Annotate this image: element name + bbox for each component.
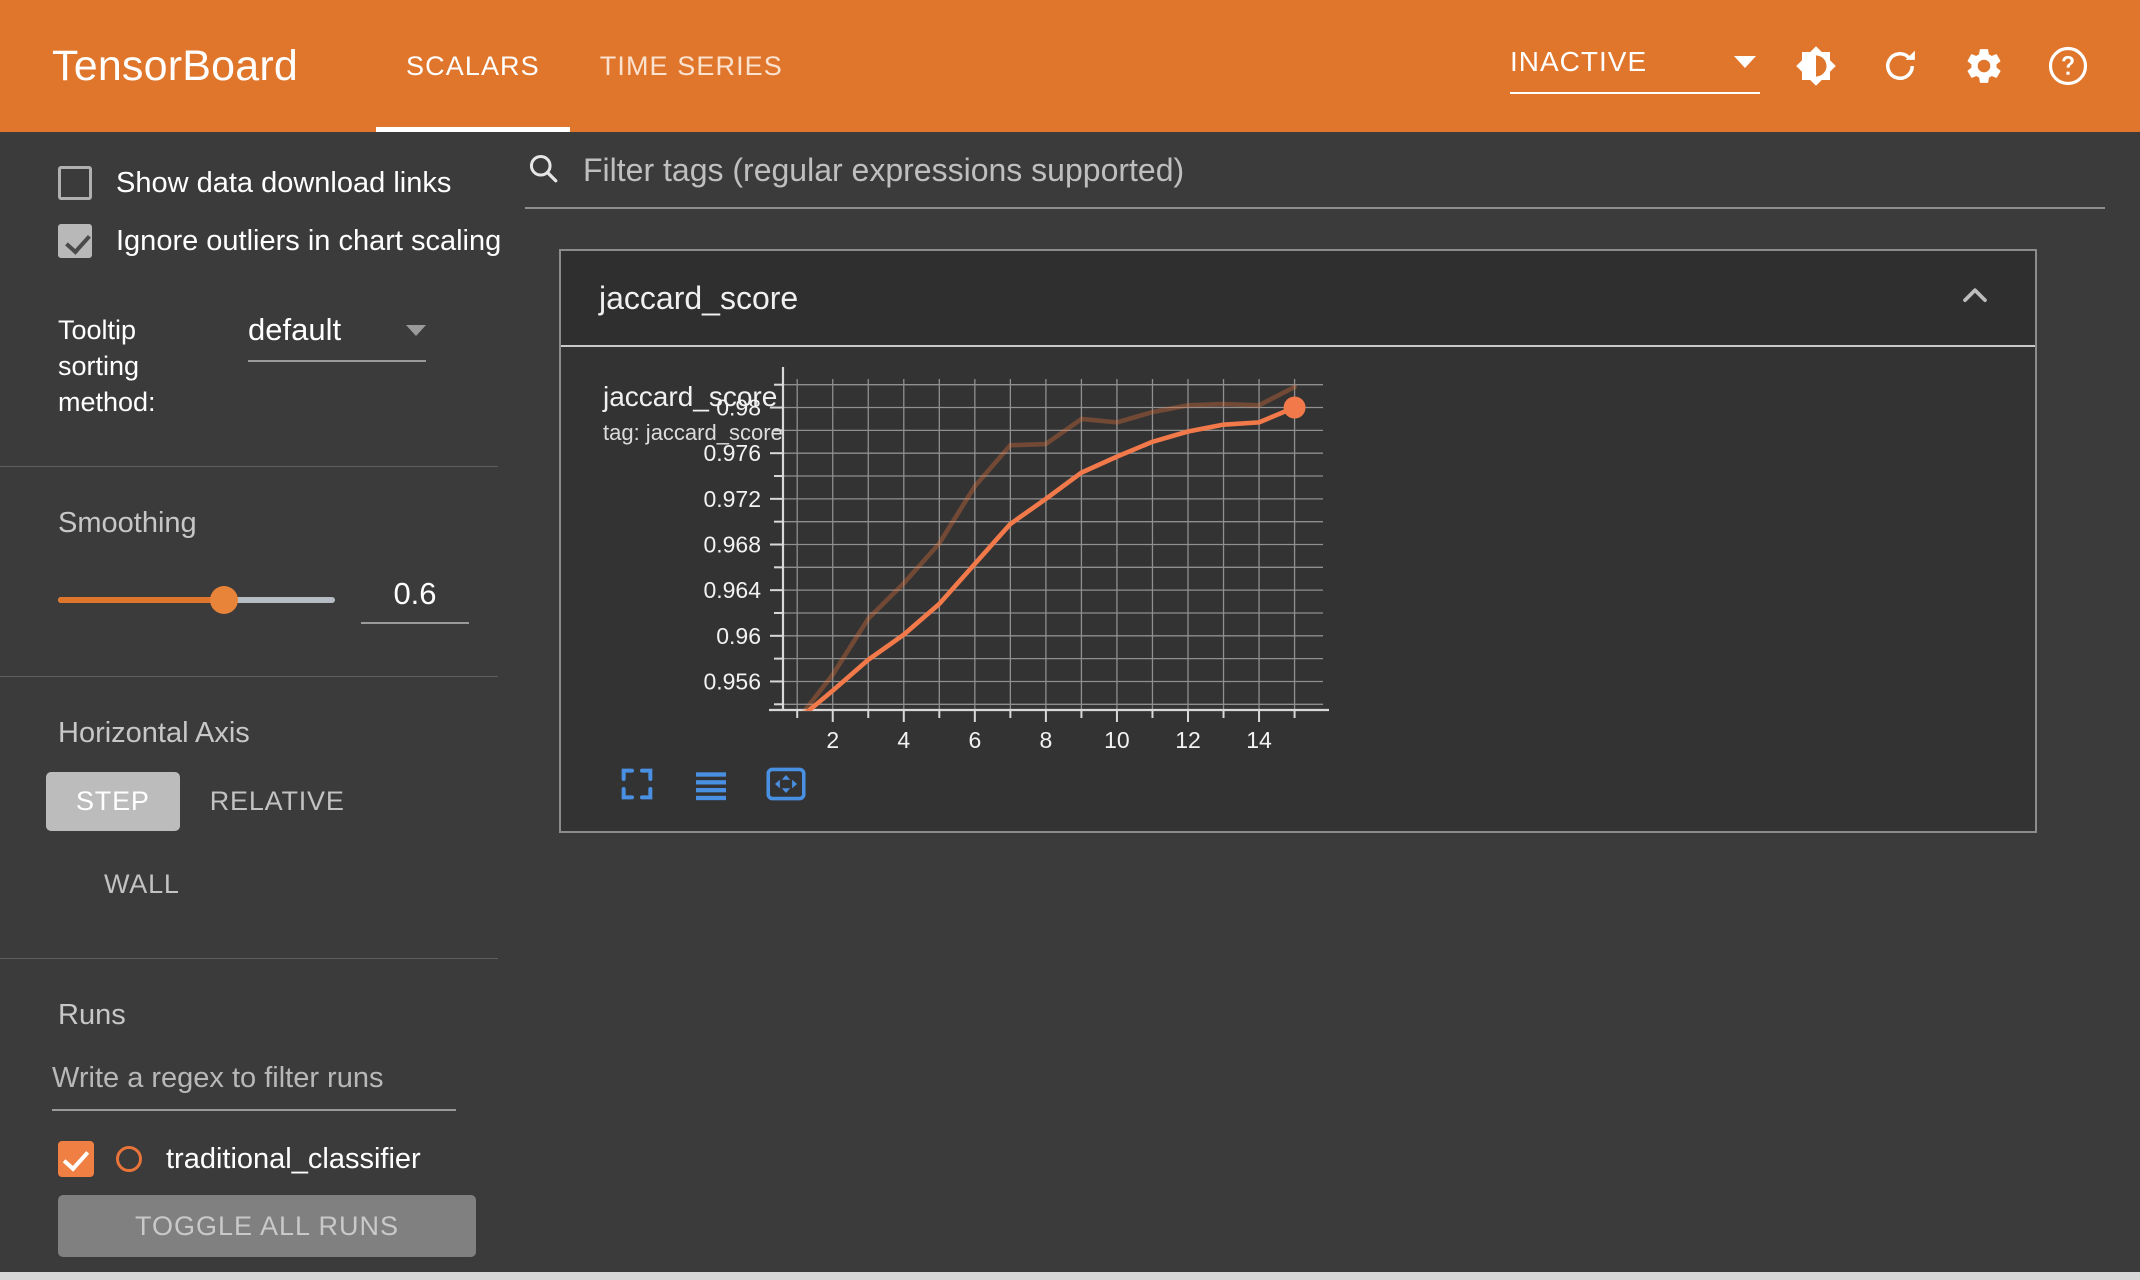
help-icon[interactable] xyxy=(2040,38,2096,94)
nav-tabs: SCALARS TIME SERIES xyxy=(376,0,813,132)
svg-text:10: 10 xyxy=(1104,727,1130,753)
svg-text:0.98: 0.98 xyxy=(716,395,761,421)
top-app-bar: TensorBoard SCALARS TIME SERIES INACTIVE xyxy=(0,0,2140,132)
refresh-icon[interactable] xyxy=(1872,38,1928,94)
run-item-traditional-classifier[interactable]: traditional_classifier xyxy=(0,1111,501,1177)
ignore-outliers-row[interactable]: Ignore outliers in chart scaling xyxy=(0,212,501,270)
search-icon xyxy=(525,150,561,191)
chart-action-bar xyxy=(617,763,807,805)
svg-text:4: 4 xyxy=(897,727,910,753)
tooltip-sorting-value: default xyxy=(248,312,342,347)
runs-title: Runs xyxy=(58,999,126,1031)
smoothing-row: 0.6 xyxy=(0,540,501,624)
svg-text:0.976: 0.976 xyxy=(703,440,761,466)
axis-option-wall[interactable]: WALL xyxy=(74,855,210,914)
svg-text:8: 8 xyxy=(1039,727,1052,753)
pan-reset-icon[interactable] xyxy=(765,763,807,805)
tooltip-sorting-select-wrap: default xyxy=(248,312,426,362)
smoothing-title: Smoothing xyxy=(58,507,197,539)
ignore-outliers-label: Ignore outliers in chart scaling xyxy=(116,224,501,257)
tooltip-sorting-row: Tooltip sorting method: default xyxy=(0,270,501,420)
show-download-links-label: Show data download links xyxy=(116,166,452,199)
runs-filter-input[interactable]: Write a regex to filter runs xyxy=(52,1062,456,1111)
run-status-label: INACTIVE xyxy=(1510,46,1648,77)
main-content: Filter tags (regular expressions support… xyxy=(501,132,2140,1280)
data-table-icon[interactable] xyxy=(691,764,731,804)
ignore-outliers-checkbox[interactable] xyxy=(58,224,92,258)
axis-option-step[interactable]: STEP xyxy=(46,772,180,831)
fullscreen-icon[interactable] xyxy=(617,764,657,804)
axis-option-relative[interactable]: RELATIVE xyxy=(180,772,375,831)
run-status-selector[interactable]: INACTIVE xyxy=(1510,46,1760,94)
filter-tags-placeholder: Filter tags (regular expressions support… xyxy=(583,152,1185,188)
chevron-up-icon[interactable] xyxy=(1955,276,1995,321)
show-download-links-row[interactable]: Show data download links xyxy=(0,154,501,212)
horizontal-axis-options-2: WALL xyxy=(0,831,501,914)
chart-plot-area[interactable]: 0.956 0.96 0.964 0.968 0.972 0.976 0.98 2 4 6 8 10 1… xyxy=(561,347,2035,831)
svg-text:0.972: 0.972 xyxy=(703,486,761,512)
slider-fill xyxy=(58,597,225,603)
svg-text:2: 2 xyxy=(826,727,839,753)
svg-text:0.956: 0.956 xyxy=(703,668,761,694)
run-name: traditional_classifier xyxy=(166,1142,421,1175)
svg-text:0.96: 0.96 xyxy=(716,623,761,649)
settings-sidebar: Show data download links Ignore outliers… xyxy=(0,132,501,1280)
svg-text:0.968: 0.968 xyxy=(703,532,761,558)
tab-scalars[interactable]: SCALARS xyxy=(376,0,570,132)
scalar-card-header[interactable]: jaccard_score xyxy=(561,251,2035,347)
filter-tags-input[interactable]: Filter tags (regular expressions support… xyxy=(525,150,2105,209)
tooltip-sorting-label: Tooltip sorting method: xyxy=(58,315,156,417)
run-checkbox[interactable] xyxy=(58,1141,94,1177)
toggle-all-runs-button[interactable]: TOGGLE ALL RUNS xyxy=(58,1195,476,1257)
chevron-down-icon xyxy=(406,324,426,336)
scalar-card: jaccard_score jaccard_score tag: jaccard… xyxy=(559,249,2037,833)
svg-text:12: 12 xyxy=(1175,727,1201,753)
line-chart-svg[interactable]: 0.956 0.96 0.964 0.968 0.972 0.976 0.98 2 4 6 8 10 1… xyxy=(561,347,2039,831)
smoothing-value-input[interactable]: 0.6 xyxy=(361,576,469,624)
scalar-card-body: jaccard_score tag: jaccard_score 0.956 0.… xyxy=(561,347,2035,831)
page-bottom-edge xyxy=(0,1272,2140,1280)
show-download-links-checkbox[interactable] xyxy=(58,166,92,200)
horizontal-axis-options: STEP RELATIVE xyxy=(0,750,501,831)
gear-icon[interactable] xyxy=(1956,38,2012,94)
tooltip-sorting-select[interactable]: default xyxy=(248,312,426,362)
slider-thumb[interactable] xyxy=(210,586,239,614)
app-brand: TensorBoard xyxy=(52,41,299,90)
top-bar-actions: INACTIVE xyxy=(1510,0,2096,132)
tab-time-series[interactable]: TIME SERIES xyxy=(570,0,813,132)
smoothing-slider[interactable] xyxy=(58,586,335,614)
svg-text:14: 14 xyxy=(1246,727,1272,753)
brightness-icon[interactable] xyxy=(1788,38,1844,94)
tensorboard-app: TensorBoard SCALARS TIME SERIES INACTIVE xyxy=(0,0,2140,1280)
chevron-down-icon xyxy=(1734,56,1756,68)
run-color-swatch-icon xyxy=(116,1146,142,1172)
svg-text:6: 6 xyxy=(968,727,981,753)
svg-text:0.964: 0.964 xyxy=(703,577,761,603)
horizontal-axis-title: Horizontal Axis xyxy=(58,717,250,749)
scalar-group-title: jaccard_score xyxy=(599,279,799,316)
